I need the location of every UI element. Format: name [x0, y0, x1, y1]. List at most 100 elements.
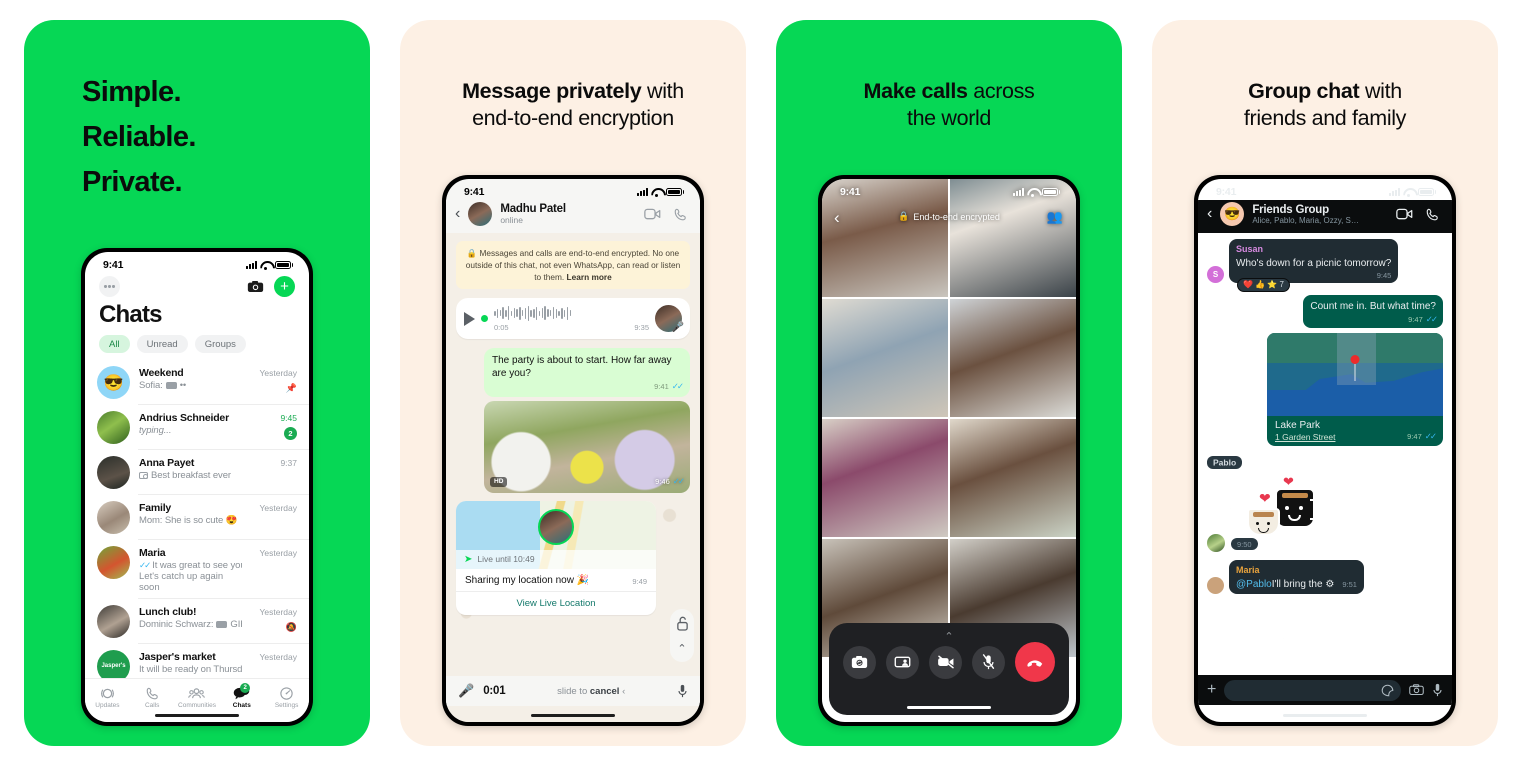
avatar: 😎 [97, 366, 130, 399]
tab-settings[interactable]: Settings [264, 684, 309, 709]
incoming-message-bubble[interactable]: Susan Who's down for a picnic tomorrow? … [1229, 239, 1399, 293]
chat-thread-header: ‹ Madhu Patel online [446, 200, 700, 233]
chat-name: Anna Payet [139, 457, 195, 469]
location-title: Lake Park [1275, 420, 1321, 432]
location-address[interactable]: 1 Garden Street [1275, 432, 1335, 442]
message-row-location[interactable]: Lake Park 1 Garden Street 9:47 ✓✓ [1207, 333, 1443, 447]
message-text: Who's down for a picnic tomorrow? [1236, 257, 1392, 269]
location-caption: Sharing my location now 🎉 [465, 574, 590, 586]
chevron-up-icon[interactable]: ⌃ [944, 630, 953, 643]
play-icon[interactable] [464, 311, 475, 326]
message-mention[interactable]: @Pablo [1236, 578, 1272, 591]
tab-updates[interactable]: Updates [85, 684, 130, 709]
learn-more-link[interactable]: Learn more [567, 272, 612, 282]
outgoing-message-bubble[interactable]: The party is about to start. How far awa… [484, 348, 690, 397]
back-chevron-icon[interactable]: ‹ [455, 206, 460, 222]
mic-icon[interactable] [1432, 683, 1443, 697]
headline-line-2: end-to-end encryption [472, 106, 674, 131]
wifi-icon [260, 261, 271, 270]
chat-list-item[interactable]: Maria ✓✓ It was great to see you! Let's … [85, 540, 309, 599]
status-bar: 9:41 [822, 179, 1076, 200]
chat-name: Maria [139, 547, 166, 559]
message-row-outgoing[interactable]: Count me in. But what time? 9:47 ✓✓ [1207, 295, 1443, 329]
location-map [1267, 333, 1443, 417]
more-dots-icon[interactable] [99, 276, 120, 297]
mic-icon[interactable] [677, 684, 688, 698]
call-tile[interactable] [822, 299, 948, 417]
status-bar: 9:41 [1198, 179, 1452, 200]
calls-icon [130, 684, 175, 702]
status-time: 9:41 [840, 186, 861, 198]
status-time: 9:41 [103, 259, 124, 271]
message-row-incoming[interactable]: Maria @Pablo I'll bring the ⚙ 9:51 [1207, 560, 1443, 595]
encryption-notice[interactable]: 🔒 Messages and calls are end-to-end encr… [456, 241, 690, 290]
call-tile[interactable] [950, 419, 1076, 537]
avatar[interactable] [468, 202, 493, 226]
message-input-field[interactable] [1224, 679, 1401, 701]
view-live-location-button[interactable]: View Live Location [456, 590, 656, 615]
call-tile[interactable] [822, 419, 948, 537]
video-call-icon[interactable] [644, 208, 661, 220]
voice-message-bubble[interactable]: 0:05 9:35 🎤 [456, 298, 690, 340]
participants-icon[interactable]: 👥 [1047, 209, 1063, 225]
filter-chip-all[interactable]: All [99, 335, 130, 353]
unlock-icon[interactable] [676, 616, 689, 631]
share-screen-button[interactable] [886, 645, 919, 679]
screenshot-panel-3[interactable]: Make calls across the world 9:41 ‹ 🔒 End… [776, 20, 1122, 746]
mic-off-icon [982, 654, 995, 670]
chat-time: Yesterday [259, 368, 298, 378]
incoming-message-bubble[interactable]: Maria @Pablo I'll bring the ⚙ 9:51 [1229, 560, 1364, 595]
plus-icon[interactable]: + [1207, 682, 1216, 698]
live-location-card[interactable]: ➤ Live until 10:49 Sharing my location n… [456, 500, 656, 615]
new-chat-plus-icon[interactable]: + [274, 276, 295, 297]
wifi-icon [651, 188, 662, 197]
chat-time: Yesterday [259, 652, 298, 662]
back-chevron-icon[interactable]: ‹ [1207, 206, 1212, 222]
chat-list-item[interactable]: Lunch club! Dominic Schwarz: GIF Yesterd… [85, 599, 309, 644]
avatar[interactable]: 😎 [1220, 202, 1245, 226]
flip-camera-button[interactable] [843, 645, 876, 679]
video-call-icon[interactable] [1396, 208, 1413, 220]
chat-list-item[interactable]: Anna Payet Best breakfast ever 9:37 [85, 450, 309, 495]
tab-calls[interactable]: Calls [130, 684, 175, 709]
record-mic-icon[interactable]: 🎤 [458, 683, 474, 699]
avatar: 🎤 [655, 305, 684, 333]
back-chevron-icon[interactable]: ‹ [834, 208, 840, 228]
outgoing-message-bubble[interactable]: Count me in. But what time? 9:47 ✓✓ [1303, 295, 1443, 329]
message-reactions[interactable]: ❤️ 👍 ⭐ 7 [1237, 278, 1290, 293]
filter-chip-unread[interactable]: Unread [136, 335, 188, 353]
screenshot-panel-2[interactable]: Message privately with end-to-end encryp… [400, 20, 746, 746]
unread-badge: 2 [284, 427, 297, 440]
tab-chats[interactable]: 2 Chats [219, 683, 264, 709]
voice-call-icon[interactable] [1425, 207, 1440, 222]
camera-icon[interactable] [1409, 684, 1424, 696]
gif-icon [216, 621, 228, 628]
chat-list-item[interactable]: Andrius Schneider typing... 9:45 2 [85, 405, 309, 450]
chat-list-item[interactable]: Family Mom: She is so cute 😍 Yesterday [85, 495, 309, 540]
live-until-label: Live until 10:49 [477, 554, 535, 565]
video-off-button[interactable] [929, 645, 962, 679]
screenshot-panel-4[interactable]: Group chat with friends and family 9:41 … [1152, 20, 1498, 746]
location-message-bubble[interactable]: Lake Park 1 Garden Street 9:47 ✓✓ [1267, 333, 1443, 447]
camera-icon[interactable] [247, 280, 264, 293]
image-message-bubble[interactable]: HD 9:46 ✓✓ [484, 400, 690, 493]
sticker-message[interactable]: ❤ ❤ 9:50 [1207, 474, 1443, 553]
message-time: 9:47 [1407, 432, 1422, 442]
mute-button[interactable] [972, 645, 1005, 679]
battery-icon [665, 188, 684, 196]
chevron-up-icon[interactable]: ⌃ [677, 642, 686, 655]
sticker-icon[interactable] [1381, 684, 1394, 697]
filter-chip-groups[interactable]: Groups [194, 335, 246, 353]
screenshot-panel-1[interactable]: Simple. Reliable. Private. 9:41 + Chats … [24, 20, 370, 746]
message-row-incoming[interactable]: S Susan Who's down for a picnic tomorrow… [1207, 239, 1443, 293]
call-tile[interactable] [950, 299, 1076, 417]
read-ticks-icon: ✓✓ [672, 475, 685, 486]
slide-hint-cancel[interactable]: cancel [590, 686, 620, 697]
end-call-button[interactable] [1015, 642, 1055, 682]
signal-bars-icon [245, 261, 257, 269]
voice-call-icon[interactable] [673, 207, 688, 222]
chat-list-item[interactable]: 😎 Weekend Sofia: •• Yesterday 📌 [85, 360, 309, 405]
communities-icon [175, 684, 220, 702]
tab-communities[interactable]: Communities [175, 684, 220, 709]
chat-time: Yesterday [259, 503, 298, 513]
